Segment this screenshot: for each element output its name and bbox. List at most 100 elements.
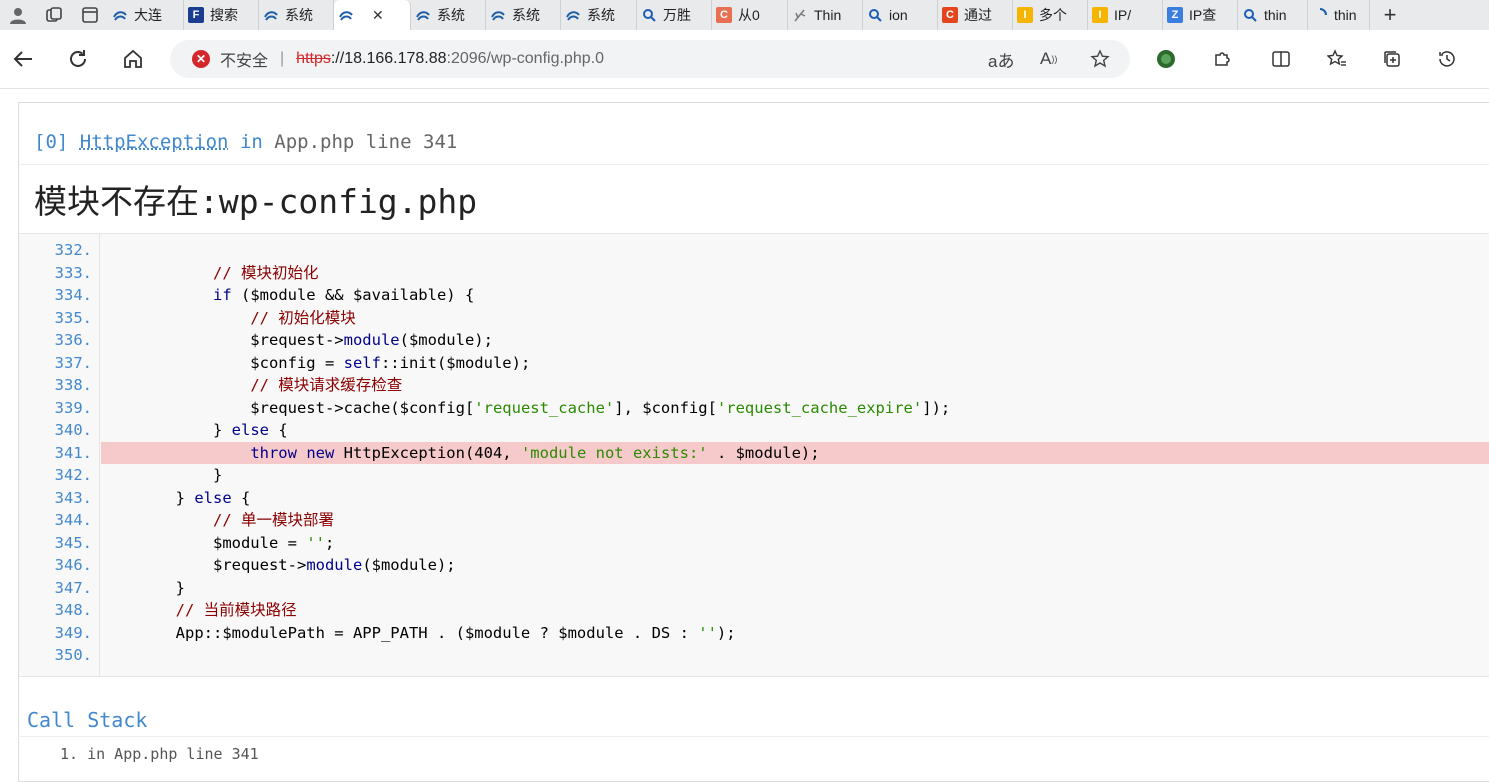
home-button[interactable] [118, 44, 148, 74]
code-line: 347. } [19, 577, 1489, 600]
code-line: 342. } [19, 464, 1489, 487]
browser-tab[interactable]: thin [1308, 0, 1370, 30]
extensions-puzzle-icon[interactable] [1207, 44, 1237, 74]
browser-tab[interactable]: ion [863, 0, 938, 30]
browser-tab[interactable]: 大连 [108, 0, 184, 30]
site-f-icon: F [188, 7, 204, 23]
code-text: if ($module && $available) { [212, 286, 475, 304]
site-ip-icon: I [1092, 7, 1108, 23]
divider [18, 736, 1489, 737]
tab-actions-icon[interactable] [72, 0, 108, 30]
url-scheme: https [296, 50, 331, 67]
site-swirl-icon [338, 7, 354, 23]
search-icon [1242, 7, 1258, 23]
code-text: throw new HttpException(404, 'module not… [101, 441, 1489, 464]
browser-tab[interactable]: Z IP查 [1163, 0, 1238, 30]
site-z-icon: Z [1167, 7, 1183, 23]
site-swirl-icon [415, 7, 431, 23]
new-tab-button[interactable]: + [1370, 0, 1410, 30]
read-aloud-language-icon[interactable]: aあ [988, 40, 1014, 78]
exception-in-label: in [239, 131, 263, 153]
code-text: $request->module($module); [101, 331, 493, 349]
code-line: 339. $request->cache($config['request_ca… [19, 397, 1489, 420]
browser-tab[interactable]: ✕ [334, 0, 411, 30]
source-code-block: 332. 333. // 模块初始化 334. if ($module && $a… [19, 233, 1489, 677]
code-line: 345. $module = ''; [19, 532, 1489, 555]
browser-tab[interactable]: 系统 [561, 0, 637, 30]
line-number: 345. [54, 533, 92, 552]
code-line: 336. $request->module($module); [19, 329, 1489, 352]
tab-label: IP查 [1189, 7, 1217, 23]
close-tab-icon[interactable]: ✕ [372, 7, 384, 24]
search-icon [641, 7, 657, 23]
workspaces-icon[interactable] [36, 0, 72, 30]
collections-icon[interactable] [1377, 44, 1407, 74]
code-text: // 模块请求缓存检查 [250, 376, 403, 394]
site-feather-icon [792, 7, 808, 23]
call-stack-title: Call Stack [27, 708, 148, 732]
split-screen-icon[interactable] [1266, 44, 1296, 74]
navigation-bar: ✕ 不安全 | https://18.166.178.88:2096/wp-co… [0, 30, 1489, 89]
favorite-star-icon[interactable] [1090, 40, 1110, 78]
code-text: // 单一模块部署 [212, 511, 334, 529]
browser-tab[interactable]: 系统 [411, 0, 486, 30]
code-text: } else { [101, 488, 251, 507]
code-line: 348. // 当前模块路径 [19, 599, 1489, 622]
line-number: 350. [54, 646, 92, 664]
site-ip-icon: I [1017, 7, 1033, 23]
site-c-icon: C [942, 7, 958, 23]
exception-message: 模块不存在:wp-config.php [34, 175, 477, 223]
code-text: $request->module($module); [101, 556, 456, 574]
line-number: 343. [54, 488, 92, 507]
favorites-icon[interactable] [1322, 44, 1352, 74]
browser-tab[interactable]: I IP/ [1088, 0, 1163, 30]
exception-message-tail: :wp-config.php [199, 182, 478, 221]
refresh-button[interactable] [63, 44, 93, 74]
tab-label: thin [1264, 7, 1287, 23]
code-line: 340. } else { [19, 419, 1489, 442]
browser-tab[interactable]: 系统 [486, 0, 561, 30]
browser-tab[interactable]: thin [1238, 0, 1308, 30]
divider [19, 164, 1489, 165]
line-number: 349. [54, 623, 92, 642]
tab-label: 大连 [134, 7, 162, 23]
browser-tab[interactable]: 系统 [259, 0, 334, 30]
site-swirl-icon [490, 7, 506, 23]
line-number: 336. [54, 331, 92, 349]
code-text: // 初始化模块 [250, 308, 356, 327]
browser-tab[interactable]: 万胜 [637, 0, 712, 30]
security-status[interactable]: 不安全 [220, 47, 268, 71]
back-button[interactable] [8, 44, 38, 74]
code-line: 333. // 模块初始化 [19, 262, 1489, 285]
site-swirl-icon [263, 7, 279, 23]
exception-index: [0] [34, 131, 69, 153]
url-path: :2096/wp-config.php.0 [446, 50, 604, 67]
code-line: 349. App::$modulePath = APP_PATH . ($mod… [19, 622, 1489, 645]
tab-label: 搜索 [210, 7, 238, 23]
browser-tab[interactable]: C 从0 [712, 0, 788, 30]
line-number: 340. [54, 421, 92, 439]
code-line: 344. // 单一模块部署 [19, 509, 1489, 532]
exception-class-link[interactable]: HttpException [80, 131, 229, 153]
code-text: } [101, 466, 223, 484]
page-content: [0] HttpException in App.php line 341 模块… [0, 89, 1489, 782]
search-icon [867, 7, 883, 23]
code-text: } else { [101, 421, 288, 439]
tab-label: thin [1334, 7, 1357, 23]
read-aloud-icon[interactable]: A)) [1040, 40, 1057, 78]
address-bar[interactable]: ✕ 不安全 | https://18.166.178.88:2096/wp-co… [170, 40, 1130, 78]
history-icon[interactable] [1432, 44, 1462, 74]
browser-tab[interactable]: I 多个 [1013, 0, 1088, 30]
browser-tab[interactable]: C 通过 [938, 0, 1013, 30]
browser-tab[interactable]: Thin [788, 0, 863, 30]
tab-label: ion [889, 7, 908, 23]
extension-green-icon[interactable] [1151, 44, 1181, 74]
address-separator: | [280, 50, 285, 67]
profile-icon[interactable] [0, 0, 36, 30]
browser-tab[interactable]: F 搜索 [184, 0, 259, 30]
not-secure-icon[interactable]: ✕ [192, 50, 210, 68]
code-line: 346. $request->module($module); [19, 554, 1489, 577]
tab-label: 通过 [964, 7, 992, 23]
